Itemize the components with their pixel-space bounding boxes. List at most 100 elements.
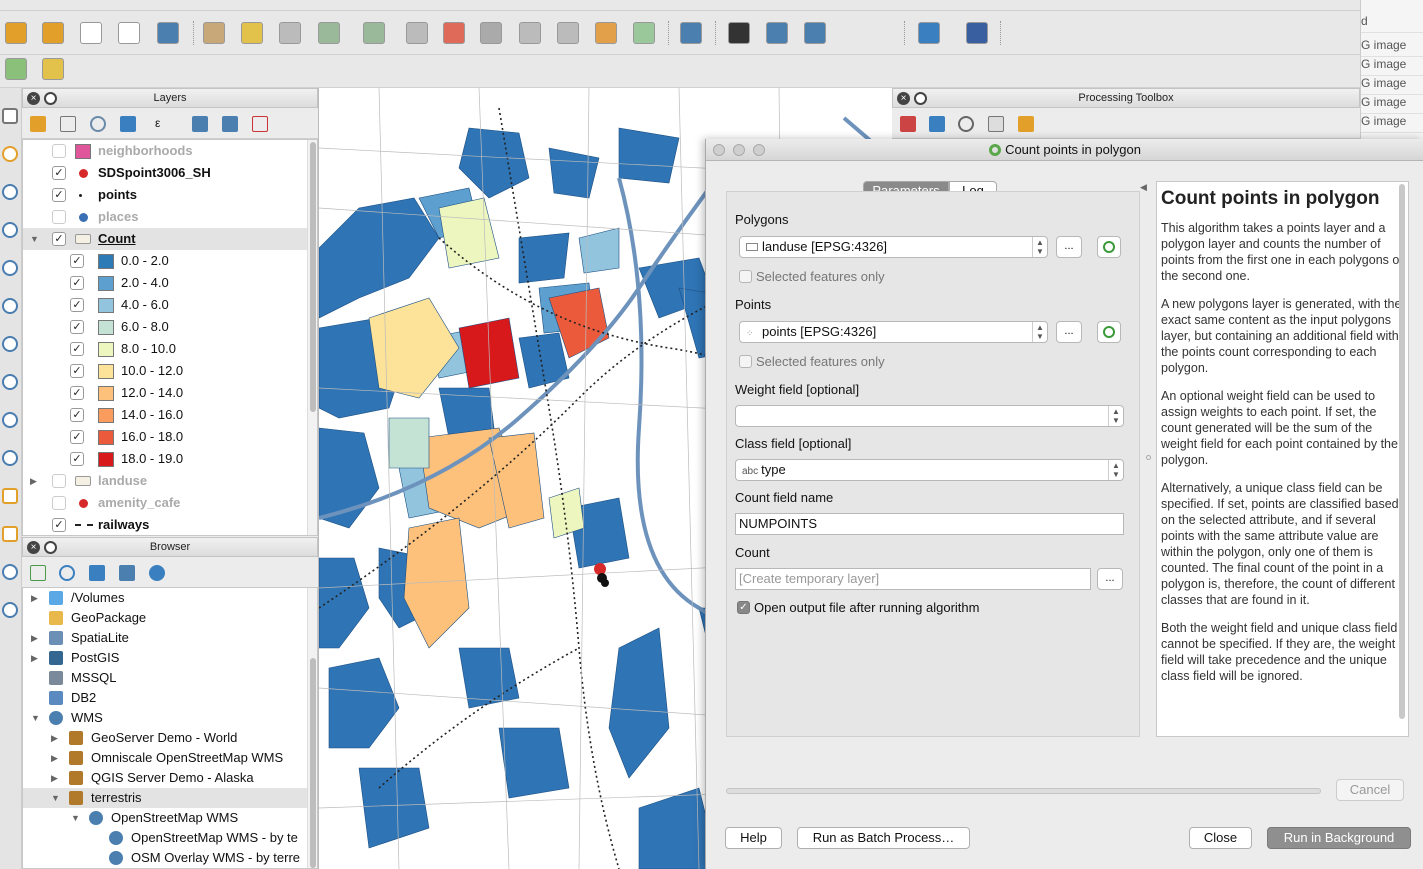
layers-scrollbar[interactable]: [307, 140, 317, 535]
browser-scroll-thumb[interactable]: [310, 658, 316, 868]
maximize-window-icon[interactable]: [753, 144, 765, 156]
points-selected-only-checkbox[interactable]: [739, 355, 752, 368]
layer-visibility-checkbox[interactable]: ✓: [70, 386, 84, 400]
add-layer-icon[interactable]: [30, 565, 46, 581]
splitter-handle[interactable]: [1146, 455, 1151, 460]
new-bookmark-icon[interactable]: [2, 564, 18, 580]
browser-item[interactable]: ▶ QGIS Server Demo - Alaska: [23, 768, 317, 788]
new-map-view-icon[interactable]: [2, 488, 18, 504]
processing-icon[interactable]: [42, 58, 64, 80]
chevron-down-icon[interactable]: ▼: [51, 788, 60, 808]
browser-item[interactable]: ▼ OpenStreetMap WMS: [23, 808, 317, 828]
browser-item[interactable]: ▶ SpatiaLite: [23, 628, 317, 648]
filter-expression-icon[interactable]: ε: [155, 116, 171, 132]
chevron-right-icon[interactable]: ▶: [51, 768, 58, 788]
paste-icon[interactable]: [557, 22, 579, 44]
delete-icon[interactable]: [443, 22, 465, 44]
zoom-last-icon[interactable]: [2, 412, 18, 428]
layer-row[interactable]: ✓ 2.0 - 4.0: [23, 272, 317, 294]
layer-row[interactable]: places: [23, 206, 317, 228]
layer-visibility-checkbox[interactable]: ✓: [70, 276, 84, 290]
layer-row[interactable]: ✓ points: [23, 184, 317, 206]
add-group-icon[interactable]: [60, 116, 76, 132]
browser-item[interactable]: ▼ WMS: [23, 708, 317, 728]
toggle-edit-icon[interactable]: [241, 22, 263, 44]
python-icon[interactable]: [929, 116, 945, 132]
zoom-next-icon[interactable]: [2, 450, 18, 466]
models-icon[interactable]: [900, 116, 916, 132]
layer-row[interactable]: neighborhoods: [23, 140, 317, 162]
points-browse-button[interactable]: ...: [1056, 321, 1082, 343]
help-icon[interactable]: [966, 22, 988, 44]
layer-row[interactable]: ✓ 14.0 - 16.0: [23, 404, 317, 426]
browser-item[interactable]: MSSQL: [23, 668, 317, 688]
edits-icon[interactable]: [203, 22, 225, 44]
manage-themes-icon[interactable]: [90, 116, 106, 132]
chevron-right-icon[interactable]: ▶: [31, 588, 38, 608]
help-scrollbar[interactable]: [1397, 182, 1407, 736]
chevron-right-icon[interactable]: ▶: [31, 628, 38, 648]
strip-item[interactable]: G image: [1361, 114, 1423, 133]
undo-icon[interactable]: [595, 22, 617, 44]
zoom-out-icon[interactable]: [2, 222, 18, 238]
layer-visibility-checkbox[interactable]: [52, 144, 66, 158]
minimize-window-icon[interactable]: [733, 144, 745, 156]
close-panel-icon[interactable]: ×: [897, 92, 910, 105]
identify-icon[interactable]: [728, 22, 750, 44]
layer-row[interactable]: ✓ 12.0 - 14.0: [23, 382, 317, 404]
add-polygon-icon[interactable]: [318, 22, 340, 44]
layer-row[interactable]: amenity_cafe: [23, 492, 317, 514]
expand-all-icon[interactable]: [192, 116, 208, 132]
layer-visibility-checkbox[interactable]: ✓: [70, 364, 84, 378]
float-panel-icon[interactable]: [914, 92, 927, 105]
zoom-selection-icon[interactable]: [2, 336, 18, 352]
count-field-name-input[interactable]: NUMPOINTS: [735, 513, 1124, 535]
close-window-icon[interactable]: [713, 144, 725, 156]
strip-item[interactable]: G image: [1361, 76, 1423, 95]
help-scroll-thumb[interactable]: [1399, 184, 1405, 719]
help-button[interactable]: Help: [725, 827, 782, 849]
zoom-in-icon[interactable]: [2, 184, 18, 200]
history-icon[interactable]: [958, 116, 974, 132]
strip-item[interactable]: G image: [1361, 95, 1423, 114]
layer-row[interactable]: ✓ railways: [23, 514, 317, 535]
layer-visibility-checkbox[interactable]: ✓: [70, 452, 84, 466]
zoom-native-icon[interactable]: [2, 260, 18, 276]
remove-layer-icon[interactable]: [252, 116, 268, 132]
layer-visibility-checkbox[interactable]: ✓: [70, 254, 84, 268]
browser-item[interactable]: ▶ PostGIS: [23, 648, 317, 668]
cancel-button[interactable]: Cancel: [1336, 779, 1404, 801]
strip-item[interactable]: G image: [1361, 38, 1423, 57]
points-iterate-button[interactable]: [1097, 321, 1121, 343]
pan-icon[interactable]: [2, 108, 18, 124]
redo-icon[interactable]: [633, 22, 655, 44]
web-search-icon[interactable]: [804, 22, 826, 44]
layer-visibility-checkbox[interactable]: ✓: [70, 342, 84, 356]
points-combo[interactable]: ⁘ points [EPSG:4326] ▲ ▼: [739, 321, 1048, 343]
polygons-iterate-button[interactable]: [1097, 236, 1121, 258]
zoom-full-icon[interactable]: [2, 298, 18, 314]
new-3d-view-icon[interactable]: [2, 526, 18, 542]
chevron-right-icon[interactable]: ▶: [31, 648, 38, 668]
float-panel-icon[interactable]: [44, 541, 57, 554]
polygons-browse-button[interactable]: ...: [1056, 236, 1082, 258]
browser-item[interactable]: OSM Overlay WMS - by terre: [23, 848, 317, 868]
digitize-icon[interactable]: [80, 22, 102, 44]
layer-visibility-checkbox[interactable]: [52, 210, 66, 224]
chevron-down-icon[interactable]: ▼: [31, 708, 40, 728]
layer-visibility-checkbox[interactable]: ✓: [70, 430, 84, 444]
browser-scrollbar[interactable]: [307, 588, 317, 868]
float-panel-icon[interactable]: [44, 92, 57, 105]
python-icon[interactable]: [918, 22, 940, 44]
chevron-right-icon[interactable]: ▶: [30, 470, 37, 492]
node-tool-icon[interactable]: [406, 22, 428, 44]
layer-row[interactable]: ✓ 6.0 - 8.0: [23, 316, 317, 338]
layer-row[interactable]: ✓ 10.0 - 12.0: [23, 360, 317, 382]
cut-icon[interactable]: [480, 22, 502, 44]
layer-visibility-checkbox[interactable]: [52, 496, 66, 510]
weight-field-combo[interactable]: ▲ ▼: [735, 405, 1124, 427]
open-styling-icon[interactable]: [30, 116, 46, 132]
info-icon[interactable]: [149, 565, 165, 581]
filter-legend-icon[interactable]: [120, 116, 136, 132]
add-vector-icon[interactable]: [42, 22, 64, 44]
